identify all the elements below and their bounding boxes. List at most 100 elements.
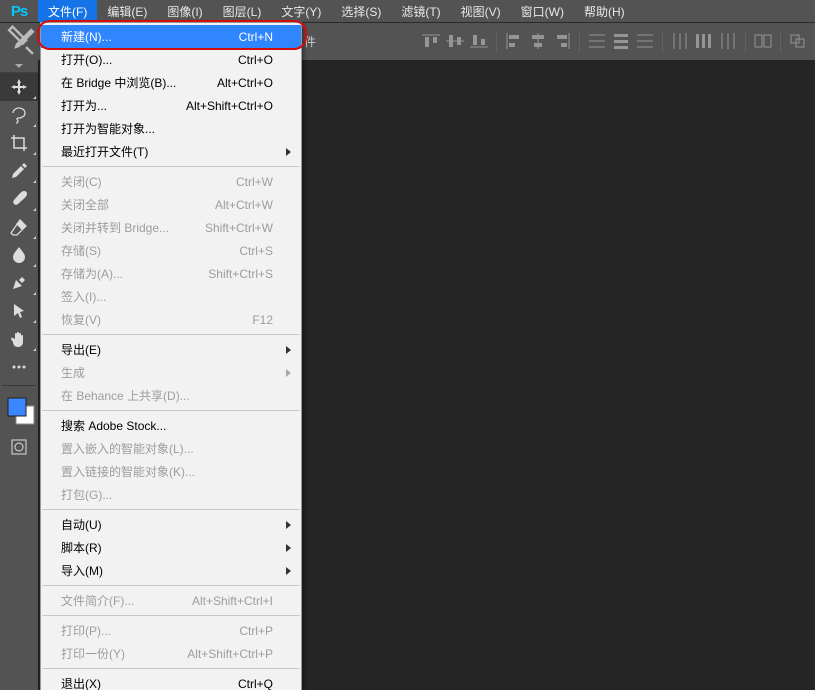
menu-item-label: 关闭全部 — [61, 196, 215, 213]
distribute-top-icon[interactable] — [586, 31, 608, 51]
move-tool[interactable] — [0, 73, 38, 101]
menubar: Ps 文件(F)编辑(E)图像(I)图层(L)文字(Y)选择(S)滤镜(T)视图… — [0, 0, 815, 23]
menu-5[interactable]: 选择(S) — [331, 0, 391, 22]
menu-item-4[interactable]: 打开为智能对象... — [41, 117, 301, 140]
menu-8[interactable]: 窗口(W) — [511, 0, 574, 22]
menu-item-5[interactable]: 最近打开文件(T) — [41, 140, 301, 163]
menu-item-12: 签入(I)... — [41, 285, 301, 308]
menu-item-30: 打印(P)...Ctrl+P — [41, 619, 301, 642]
brush-tool[interactable] — [0, 185, 38, 213]
menu-item-shortcut: Shift+Ctrl+S — [208, 267, 273, 281]
submenu-arrow-icon — [286, 567, 291, 575]
toolbox-collapse[interactable] — [0, 60, 38, 73]
menu-1[interactable]: 编辑(E) — [97, 0, 157, 22]
align-hcenter-icon[interactable] — [527, 31, 549, 51]
app-logo: Ps — [0, 0, 38, 22]
menu-item-3[interactable]: 打开为...Alt+Shift+Ctrl+O — [41, 94, 301, 117]
align-right-icon[interactable] — [551, 31, 573, 51]
lasso-tool[interactable] — [0, 101, 38, 129]
menu-item-label: 打开为智能对象... — [61, 120, 273, 137]
menu-separator — [42, 166, 300, 167]
menu-item-25[interactable]: 脚本(R) — [41, 536, 301, 559]
eraser-tool[interactable] — [0, 213, 38, 241]
menu-item-16: 生成 — [41, 361, 301, 384]
menu-item-24[interactable]: 自动(U) — [41, 513, 301, 536]
menu-item-19[interactable]: 搜索 Adobe Stock... — [41, 414, 301, 437]
distribute-hcenter-icon[interactable] — [693, 31, 715, 51]
menu-item-2[interactable]: 在 Bridge 中浏览(B)...Alt+Ctrl+O — [41, 71, 301, 94]
menu-item-22: 打包(G)... — [41, 483, 301, 506]
menu-item-20: 置入嵌入的智能对象(L)... — [41, 437, 301, 460]
align-left-icon[interactable] — [503, 31, 525, 51]
submenu-arrow-icon — [286, 148, 291, 156]
menu-3[interactable]: 图层(L) — [213, 0, 272, 22]
menu-2[interactable]: 图像(I) — [157, 0, 212, 22]
distribute-vcenter-icon[interactable] — [610, 31, 632, 51]
menu-separator — [42, 509, 300, 510]
menu-item-28: 文件简介(F)...Alt+Shift+Ctrl+I — [41, 589, 301, 612]
auto-align-icon[interactable] — [752, 31, 774, 51]
blur-tool[interactable] — [0, 241, 38, 269]
menu-item-label: 打开(O)... — [61, 51, 238, 68]
menu-item-label: 关闭(C) — [61, 173, 236, 190]
menu-item-label: 导入(M) — [61, 562, 273, 579]
color-swatches[interactable] — [0, 390, 38, 433]
menu-item-17: 在 Behance 上共享(D)... — [41, 384, 301, 407]
distribute-right-icon[interactable] — [717, 31, 739, 51]
menu-item-1[interactable]: 打开(O)...Ctrl+O — [41, 48, 301, 71]
alignment-group — [420, 31, 809, 53]
menu-item-shortcut: Shift+Ctrl+W — [205, 221, 273, 235]
menu-item-31: 打印一份(Y)Alt+Shift+Ctrl+P — [41, 642, 301, 665]
menu-item-10: 存储(S)Ctrl+S — [41, 239, 301, 262]
distribute-bottom-icon[interactable] — [634, 31, 656, 51]
menu-item-33[interactable]: 退出(X)Ctrl+Q — [41, 672, 301, 690]
menu-separator — [42, 410, 300, 411]
submenu-arrow-icon — [286, 346, 291, 354]
submenu-arrow-icon — [286, 521, 291, 529]
quick-mask-toggle[interactable] — [0, 433, 38, 461]
menu-6[interactable]: 滤镜(T) — [391, 0, 450, 22]
edit-toolbar[interactable] — [0, 353, 38, 381]
menu-separator — [42, 668, 300, 669]
menu-0[interactable]: 文件(F) — [38, 0, 97, 22]
separator — [745, 31, 746, 53]
menu-item-9: 关闭并转到 Bridge...Shift+Ctrl+W — [41, 216, 301, 239]
menu-item-label: 存储为(A)... — [61, 265, 208, 282]
menu-item-shortcut: Ctrl+P — [239, 624, 273, 638]
tool-preset-icon[interactable] — [4, 28, 38, 56]
menu-item-label: 置入链接的智能对象(K)... — [61, 463, 273, 480]
menu-item-13: 恢复(V)F12 — [41, 308, 301, 331]
menu-separator — [42, 615, 300, 616]
submenu-arrow-icon — [286, 369, 291, 377]
submenu-arrow-icon — [286, 544, 291, 552]
menu-4[interactable]: 文字(Y) — [271, 0, 331, 22]
crop-tool[interactable] — [0, 129, 38, 157]
menu-item-label: 导出(E) — [61, 341, 273, 358]
menu-item-shortcut: Alt+Shift+Ctrl+P — [187, 647, 273, 661]
eyedropper-tool[interactable] — [0, 157, 38, 185]
path-select-tool[interactable] — [0, 297, 38, 325]
menu-item-label: 打开为... — [61, 97, 186, 114]
menu-item-label: 文件简介(F)... — [61, 592, 192, 609]
menu-item-label: 打印(P)... — [61, 622, 239, 639]
align-bottom-icon[interactable] — [468, 31, 490, 51]
distribute-left-icon[interactable] — [669, 31, 691, 51]
menu-item-shortcut: Ctrl+N — [239, 30, 273, 44]
menu-item-label: 置入嵌入的智能对象(L)... — [61, 440, 273, 457]
menu-item-label: 打印一份(Y) — [61, 645, 187, 662]
menu-7[interactable]: 视图(V) — [451, 0, 511, 22]
menu-item-26[interactable]: 导入(M) — [41, 559, 301, 582]
menu-item-15[interactable]: 导出(E) — [41, 338, 301, 361]
3d-mode-icon[interactable] — [787, 31, 809, 51]
hand-tool[interactable] — [0, 325, 38, 353]
align-top-icon[interactable] — [420, 31, 442, 51]
menu-item-label: 打包(G)... — [61, 486, 273, 503]
menu-item-shortcut: Alt+Ctrl+W — [215, 198, 273, 212]
menu-item-label: 关闭并转到 Bridge... — [61, 219, 205, 236]
separator — [780, 31, 781, 53]
menu-item-7: 关闭(C)Ctrl+W — [41, 170, 301, 193]
align-vcenter-icon[interactable] — [444, 31, 466, 51]
pen-tool[interactable] — [0, 269, 38, 297]
menu-item-0[interactable]: 新建(N)...Ctrl+N — [41, 25, 301, 48]
menu-9[interactable]: 帮助(H) — [574, 0, 635, 22]
